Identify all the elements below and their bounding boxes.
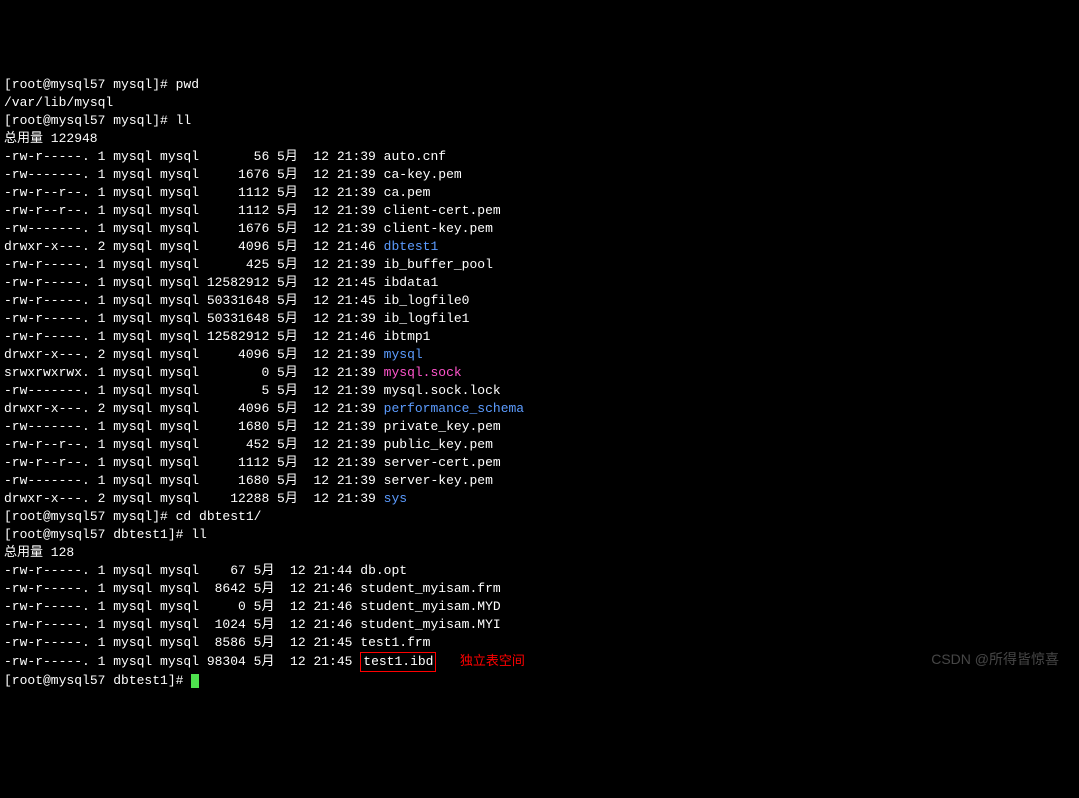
prompt-line: [root@mysql57 mysql]# ll: [4, 113, 191, 128]
file-name: public_key.pem: [384, 437, 493, 452]
annotation-label: 独立表空间: [460, 654, 525, 669]
file-name: mysql.sock.lock: [384, 383, 501, 398]
cursor-icon: [191, 674, 199, 688]
ls-row: -rw-r-----. 1 mysql mysql 8586 5月 12 21:…: [4, 635, 430, 650]
ls-row: -rw-r-----. 1 mysql mysql 0 5月 12 21:46 …: [4, 599, 501, 614]
file-name: server-key.pem: [384, 473, 493, 488]
file-name: ib_logfile1: [384, 311, 470, 326]
file-name: mysql.sock: [384, 365, 462, 380]
file-name: ibdata1: [384, 275, 439, 290]
output-line: /var/lib/mysql: [4, 95, 113, 110]
file-name: ib_logfile0: [384, 293, 470, 308]
file-name: sys: [384, 491, 407, 506]
file-name: server-cert.pem: [384, 455, 501, 470]
file-name: test1.frm: [360, 635, 430, 650]
ls-row: -rw-r--r--. 1 mysql mysql 1112 5月 12 21:…: [4, 203, 501, 218]
file-name: private_key.pem: [384, 419, 501, 434]
ls-row: drwxr-x---. 2 mysql mysql 4096 5月 12 21:…: [4, 347, 423, 362]
output-line: 总用量 128: [4, 545, 74, 560]
ls-row: drwxr-x---. 2 mysql mysql 4096 5月 12 21:…: [4, 401, 524, 416]
ls-row: -rw-r--r--. 1 mysql mysql 452 5月 12 21:3…: [4, 437, 493, 452]
ls-row: -rw-r-----. 1 mysql mysql 12582912 5月 12…: [4, 329, 430, 344]
file-name: student_myisam.MYD: [360, 599, 500, 614]
file-name: student_myisam.MYI: [360, 617, 500, 632]
file-name: performance_schema: [384, 401, 524, 416]
ls-row: -rw-r-----. 1 mysql mysql 50331648 5月 12…: [4, 293, 470, 308]
output-line: 总用量 122948: [4, 131, 98, 146]
file-name: client-key.pem: [384, 221, 493, 236]
highlight-box: test1.ibd: [360, 652, 436, 672]
ls-row: -rw-------. 1 mysql mysql 1676 5月 12 21:…: [4, 167, 462, 182]
ls-row: -rw-------. 1 mysql mysql 1680 5月 12 21:…: [4, 419, 501, 434]
ls-row: -rw-r-----. 1 mysql mysql 98304 5月 12 21…: [4, 654, 525, 669]
ls-row: -rw-r--r--. 1 mysql mysql 1112 5月 12 21:…: [4, 455, 501, 470]
ls-row: -rw-------. 1 mysql mysql 1680 5月 12 21:…: [4, 473, 493, 488]
file-name: ibtmp1: [384, 329, 431, 344]
prompt-line: [root@mysql57 dbtest1]# ll: [4, 527, 207, 542]
file-name: ib_buffer_pool: [384, 257, 493, 272]
ls-row: -rw-r-----. 1 mysql mysql 67 5月 12 21:44…: [4, 563, 407, 578]
ls-row: -rw-r--r--. 1 mysql mysql 1112 5月 12 21:…: [4, 185, 430, 200]
ls-row: -rw-r-----. 1 mysql mysql 1024 5月 12 21:…: [4, 617, 501, 632]
file-name: ca.pem: [384, 185, 431, 200]
ls-row: -rw-------. 1 mysql mysql 5 5月 12 21:39 …: [4, 383, 501, 398]
ls-row: -rw-r-----. 1 mysql mysql 12582912 5月 12…: [4, 275, 438, 290]
ls-row: drwxr-x---. 2 mysql mysql 12288 5月 12 21…: [4, 491, 407, 506]
prompt-line: [root@mysql57 mysql]# pwd: [4, 77, 199, 92]
ls-row: srwxrwxrwx. 1 mysql mysql 0 5月 12 21:39 …: [4, 365, 462, 380]
ls-row: -rw-r-----. 1 mysql mysql 8642 5月 12 21:…: [4, 581, 501, 596]
ls-row: -rw-r-----. 1 mysql mysql 56 5月 12 21:39…: [4, 149, 446, 164]
ls-row: -rw-------. 1 mysql mysql 1676 5月 12 21:…: [4, 221, 493, 236]
file-name: dbtest1: [384, 239, 439, 254]
file-name: auto.cnf: [384, 149, 446, 164]
file-name: client-cert.pem: [384, 203, 501, 218]
ls-row: -rw-r-----. 1 mysql mysql 50331648 5月 12…: [4, 311, 470, 326]
file-name: mysql: [384, 347, 423, 362]
prompt-line[interactable]: [root@mysql57 dbtest1]#: [4, 673, 199, 688]
prompt-line: [root@mysql57 mysql]# cd dbtest1/: [4, 509, 261, 524]
terminal-output: [root@mysql57 mysql]# pwd /var/lib/mysql…: [4, 76, 1075, 690]
ls-row: -rw-r-----. 1 mysql mysql 425 5月 12 21:3…: [4, 257, 493, 272]
file-name: ca-key.pem: [384, 167, 462, 182]
file-name: db.opt: [360, 563, 407, 578]
file-name: student_myisam.frm: [360, 581, 500, 596]
ls-row: drwxr-x---. 2 mysql mysql 4096 5月 12 21:…: [4, 239, 438, 254]
watermark: CSDN @所得皆惊喜: [931, 650, 1059, 668]
